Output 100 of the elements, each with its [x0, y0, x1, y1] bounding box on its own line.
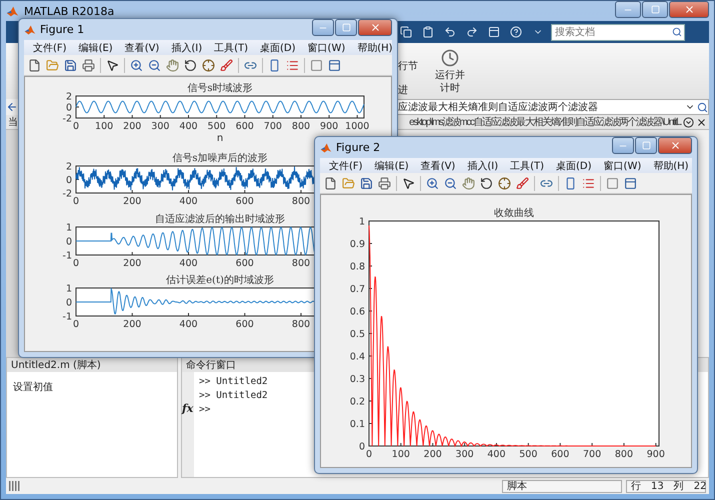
window-title: Figure 2 [336, 141, 380, 154]
menu-item[interactable]: 窗口(W) [302, 40, 350, 54]
tick-label: 100 [95, 121, 114, 132]
tick-label: 1 [358, 216, 365, 228]
stopwatch-icon [441, 49, 459, 67]
menu-item[interactable]: 编辑(E) [74, 40, 118, 54]
file-type: 脚本 [507, 480, 527, 493]
menu-item[interactable]: 工具(T) [505, 158, 550, 172]
close-icon [684, 4, 694, 15]
run-and-time-button[interactable]: 运行并计时 [432, 49, 468, 95]
print-icon[interactable] [80, 56, 97, 74]
tick-label: 1 [66, 222, 72, 234]
tick-label: 600 [236, 319, 254, 330]
tick-label: 400 [179, 196, 198, 207]
tick-label: 0 [72, 319, 80, 330]
tick-label: -2 [62, 114, 72, 124]
menu-item[interactable]: 插入(I) [166, 40, 208, 54]
figure-window[interactable]: Figure 2 文件(F) 编辑(E) 查看(V) 插入(I) 工具(T) 桌面(D) 窗口(W) 帮助(H) 收敛曲线 0 100 200 300 400 500 600 700 800 900 1 0.9 0.8 0.7 0.6 0.5 0.4 0.3 0.2 0.1 0 [314, 136, 698, 474]
matlab-logo-icon [6, 4, 19, 18]
tick-label: 0.9 [350, 239, 365, 250]
maximize-button[interactable] [642, 1, 668, 18]
column-label: 列 [674, 480, 684, 493]
tick-label: 0 [72, 258, 80, 269]
maximize-icon [342, 23, 350, 32]
tick-label: 600 [551, 449, 570, 460]
tick-label: 100 [392, 449, 410, 460]
search-icon[interactable] [672, 26, 682, 36]
close-button[interactable] [669, 1, 709, 18]
menu-item[interactable]: 文件(F) [324, 158, 368, 172]
plot-title: 自适应滤波后的输出时域波形 [155, 214, 285, 225]
dropdown-icon[interactable] [683, 116, 694, 128]
tick-label: 0 [72, 196, 80, 207]
menu-item[interactable]: 文件(F) [28, 40, 72, 54]
file-path: esktop\lms滤波mcc自适应滤波最大相关熵准则自适应滤波两个滤波器\Untitl... [409, 116, 681, 129]
search-field[interactable]: 搜索文档 [551, 24, 685, 40]
axis-label: n [216, 133, 224, 144]
tick-label: 0.5 [350, 329, 365, 340]
menu-item[interactable]: 工具(T) [209, 40, 254, 54]
tick-label: 400 [179, 258, 198, 269]
print-icon[interactable] [376, 174, 393, 192]
tick-label: 0 [66, 175, 72, 186]
tick-label: 0 [366, 449, 372, 460]
close-button[interactable] [358, 19, 392, 36]
menu-item[interactable]: 查看(V) [416, 158, 460, 172]
plot-title: 信号s加噪声后的波形 [172, 153, 268, 164]
address-field[interactable]: 应滤波最大相关熵准则自适应滤波两个滤波器 [395, 99, 709, 115]
close-icon[interactable] [696, 116, 707, 128]
minimize-button[interactable] [612, 137, 634, 154]
tick-label: 400 [487, 449, 506, 460]
close-icon [670, 140, 680, 151]
tick-label: 0.3 [350, 374, 365, 385]
menu-item[interactable]: 查看(V) [120, 40, 164, 54]
maximize-icon [642, 141, 650, 150]
tick-label: 800 [292, 258, 310, 269]
tick-label: 900 [320, 121, 338, 132]
minimize-button[interactable] [615, 1, 641, 18]
back-arrow-icon[interactable] [6, 101, 18, 113]
tick-label: 700 [583, 449, 602, 460]
tick-label: 500 [519, 449, 538, 460]
tick-label: 0.7 [350, 284, 365, 295]
tick-label: 0.2 [350, 396, 365, 408]
tick-label: 800 [292, 319, 310, 330]
window-title: Figure 1 [40, 23, 84, 36]
brush-icon[interactable] [218, 56, 235, 74]
close-button[interactable] [658, 137, 692, 154]
matlab-logo-icon [24, 24, 36, 36]
plot-title: 信号s时域波形 [187, 83, 253, 94]
column-number: 22 [694, 480, 706, 492]
menu-item[interactable]: 桌面(D) [255, 40, 301, 54]
tick-label: 600 [236, 121, 254, 132]
data-cursor-icon[interactable] [496, 174, 513, 192]
tick-label: 200 [424, 449, 442, 460]
plot-title: 估计误差e(t)的时域波形 [166, 275, 274, 286]
menu-item[interactable]: 窗口(W) [598, 158, 646, 172]
matlab-logo-icon [320, 142, 332, 154]
tick-label: -1 [62, 312, 72, 322]
tick-label: 600 [236, 258, 254, 269]
menu-item[interactable]: 编辑(E) [370, 158, 414, 172]
panel-header: Untitled2.m (脚本) [7, 358, 177, 372]
tick-label: 200 [123, 196, 142, 207]
row-label: 行 [631, 480, 641, 493]
minimize-button[interactable] [312, 19, 334, 36]
menu-item[interactable]: 帮助(H) [352, 40, 398, 54]
tick-label: 2 [66, 92, 72, 102]
brush-icon[interactable] [514, 174, 531, 192]
menu-item[interactable]: 插入(I) [462, 158, 504, 172]
command-prompt[interactable]: >> [199, 404, 268, 415]
row-number: 13 [651, 480, 664, 492]
code-comment: 设置初值 [13, 380, 54, 394]
tick-label: 200 [123, 258, 142, 269]
search-icon[interactable] [697, 102, 708, 112]
maximize-button[interactable] [635, 137, 657, 154]
menu-item[interactable]: 帮助(H) [648, 158, 694, 172]
data-cursor-icon[interactable] [200, 56, 217, 74]
tick-label: -2 [62, 188, 72, 200]
menu-item[interactable]: 桌面(D) [551, 158, 597, 172]
tick-label: 300 [456, 449, 474, 460]
tick-label: 700 [264, 121, 282, 132]
tick-label: 1000 [345, 121, 370, 132]
maximize-button[interactable] [335, 19, 357, 36]
